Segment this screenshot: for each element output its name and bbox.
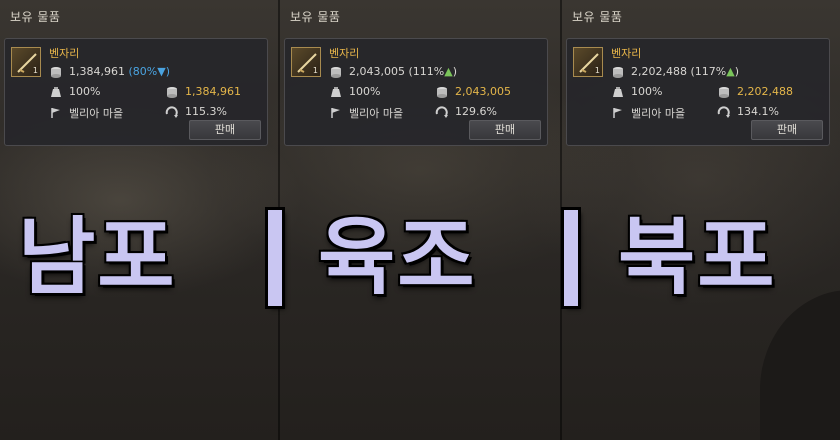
price-value: 1,384,961 (69, 65, 125, 78)
sell-price-row: 1,384,961 (165, 85, 241, 98)
item-count: 1 (594, 66, 600, 75)
item-name: 벤자리 (329, 47, 360, 60)
price-row: 1,384,961 (80%▼) (49, 65, 170, 78)
trend-up-icon: ▲ (444, 65, 453, 78)
trend-up-icon: ▲ (726, 65, 735, 78)
refresh-arrow-icon (165, 105, 178, 118)
panel-title: 보유 물품 (10, 10, 61, 24)
panel-divider (560, 0, 562, 440)
item-name: 벤자리 (49, 47, 80, 60)
silver-stack-icon (437, 86, 447, 98)
durability-row: 100% (611, 85, 662, 98)
region-row: 벨리아 마을 (49, 105, 123, 121)
item-slot[interactable]: 1 (573, 47, 603, 77)
price-row: 2,043,005 (111%▲) (329, 65, 457, 78)
item-name: 벤자리 (611, 47, 642, 60)
overlay-label-middle: 육조 (318, 208, 477, 306)
price-percent: 111% (412, 65, 445, 78)
overlay-label-left: 남포 (18, 208, 177, 306)
coin-stack-icon (331, 66, 341, 78)
region-value: 벨리아 마을 (69, 107, 124, 120)
coin-stack-icon (51, 66, 61, 78)
region-value: 벨리아 마을 (349, 107, 404, 120)
item-card[interactable]: 1 벤자리 2,043,005 (111%▲) 100% 2,043,005 벨… (284, 38, 548, 146)
distance-bonus-value: 134.1% (737, 105, 779, 118)
price-row: 2,202,488 (117%▲) (611, 65, 739, 78)
overlay-separator (268, 210, 282, 306)
refresh-arrow-icon (435, 105, 448, 118)
durability-value: 100% (349, 85, 381, 98)
durability-value: 100% (631, 85, 663, 98)
sell-button[interactable]: 판매 (189, 120, 261, 140)
durability-value: 100% (69, 85, 101, 98)
region-value: 벨리아 마을 (631, 107, 686, 120)
overlay-label-right: 북포 (618, 208, 777, 306)
item-slot[interactable]: 1 (291, 47, 321, 77)
item-card[interactable]: 1 벤자리 1,384,961 (80%▼) 100% 1,384,961 벨리… (4, 38, 268, 146)
price-value: 2,202,488 (631, 65, 687, 78)
distance-bonus-row: 115.3% (165, 105, 227, 118)
sell-price-value: 1,384,961 (185, 85, 241, 98)
price-percent: 117% (694, 65, 727, 78)
distance-bonus-row: 129.6% (435, 105, 497, 118)
item-card[interactable]: 1 벤자리 2,202,488 (117%▲) 100% 2,202,488 벨… (566, 38, 830, 146)
item-count: 1 (312, 66, 318, 75)
distance-bonus-value: 115.3% (185, 105, 227, 118)
sell-button[interactable]: 판매 (469, 120, 541, 140)
sell-price-value: 2,043,005 (455, 85, 511, 98)
region-row: 벨리아 마을 (329, 105, 403, 121)
distance-bonus-row: 134.1% (717, 105, 779, 118)
panel-title: 보유 물품 (572, 10, 623, 24)
price-percent: 80% (132, 65, 158, 78)
panel-title: 보유 물품 (290, 10, 341, 24)
item-count: 1 (32, 66, 38, 75)
durability-row: 100% (329, 85, 380, 98)
silver-stack-icon (719, 86, 729, 98)
pouch-icon (613, 86, 623, 97)
distance-bonus-value: 129.6% (455, 105, 497, 118)
durability-row: 100% (49, 85, 100, 98)
item-slot[interactable]: 1 (11, 47, 41, 77)
flag-icon (613, 108, 622, 118)
price-value: 2,043,005 (349, 65, 405, 78)
overlay-separator (564, 210, 578, 306)
sell-price-row: 2,043,005 (435, 85, 511, 98)
flag-icon (331, 108, 340, 118)
pouch-icon (51, 86, 61, 97)
region-row: 벨리아 마을 (611, 105, 685, 121)
refresh-arrow-icon (717, 105, 730, 118)
coin-stack-icon (613, 66, 623, 78)
sell-price-row: 2,202,488 (717, 85, 793, 98)
pouch-icon (331, 86, 341, 97)
sell-price-value: 2,202,488 (737, 85, 793, 98)
sell-button[interactable]: 판매 (751, 120, 823, 140)
silver-stack-icon (167, 86, 177, 98)
trend-down-icon: ▼ (157, 65, 166, 78)
flag-icon (51, 108, 60, 118)
